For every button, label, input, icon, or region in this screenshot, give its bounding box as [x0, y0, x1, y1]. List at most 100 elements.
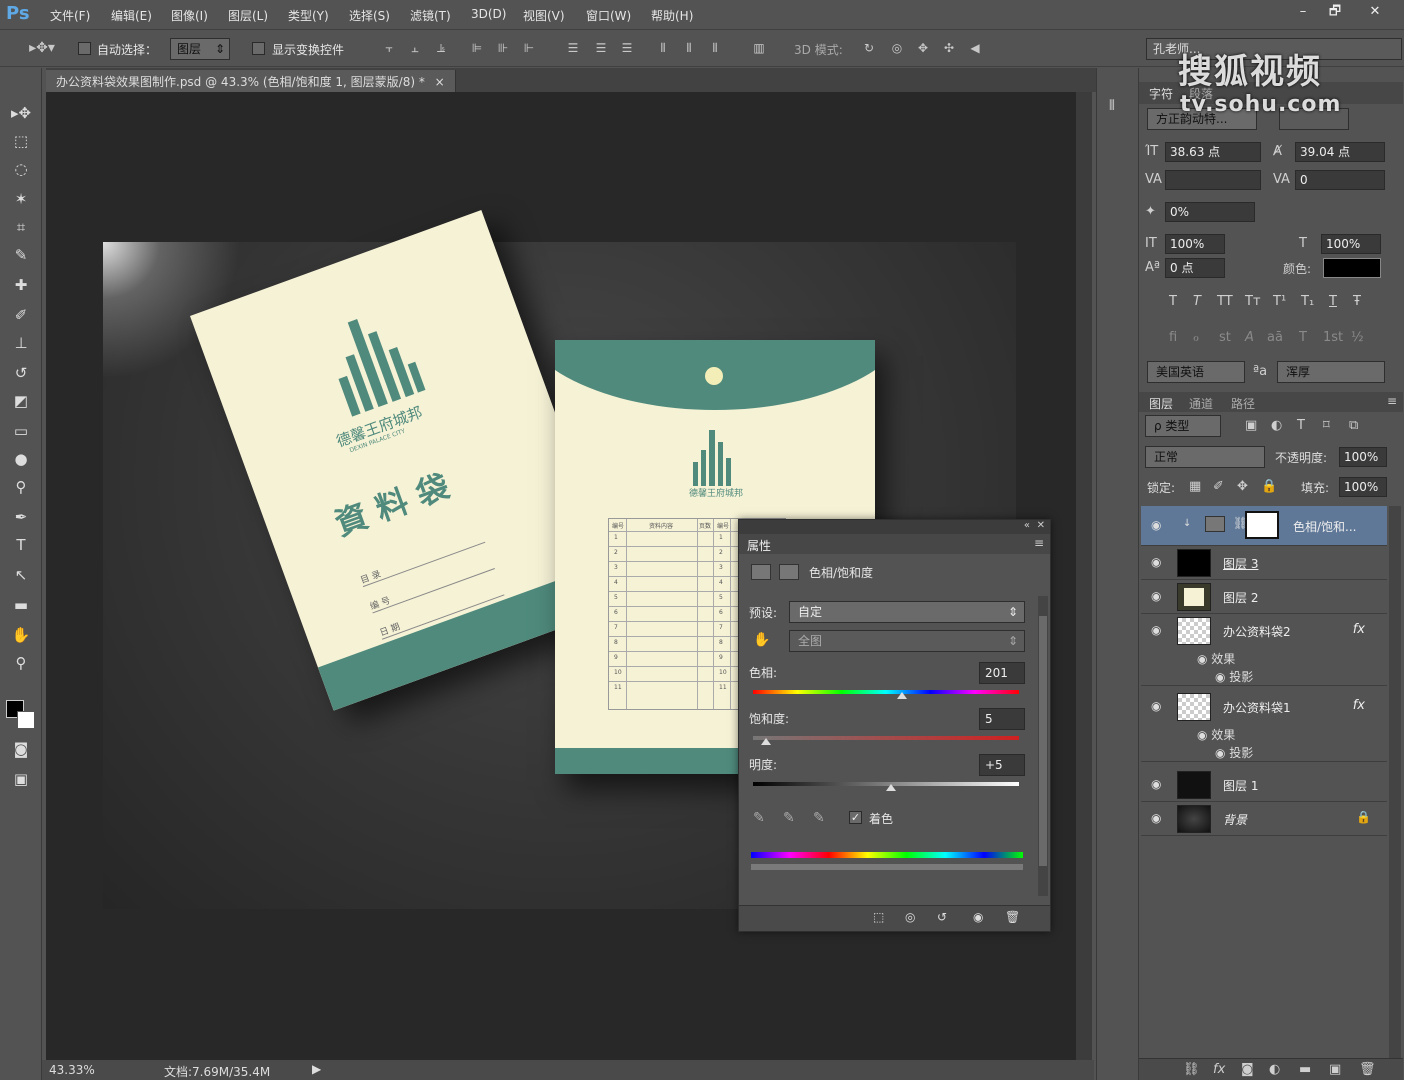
subscript-button[interactable]: T₁ — [1301, 294, 1314, 309]
3d-roll-icon[interactable]: ◎ — [890, 41, 904, 55]
eyedropper-plus-icon[interactable]: ✎ — [783, 810, 795, 826]
layer-row-hue-saturation[interactable]: ◉ ↓ ⛓ 色相/饱和... — [1141, 506, 1387, 546]
move-tool-preset-icon[interactable]: ▸✥▾ — [24, 41, 60, 55]
marquee-tool-icon[interactable]: ⬚ — [8, 130, 34, 152]
preset-dropdown[interactable]: 自定 ⇕ — [789, 601, 1025, 623]
stamp-tool-icon[interactable]: ⊥ — [8, 332, 34, 354]
tsume-input[interactable]: 0% — [1165, 202, 1255, 222]
saturation-input[interactable]: 5 — [979, 708, 1025, 730]
opacity-input[interactable]: 100% — [1339, 447, 1387, 467]
history-panel-icon[interactable]: ⫴ — [1109, 98, 1115, 114]
lightness-slider[interactable] — [753, 782, 1019, 791]
effects-row[interactable]: ◉ 效果 — [1197, 650, 1235, 667]
menu-filter[interactable]: 滤镜(T) — [410, 7, 451, 24]
lightness-input[interactable]: +5 — [979, 754, 1025, 776]
eye-icon[interactable]: ◉ — [1151, 589, 1161, 603]
menu-view[interactable]: 视图(V) — [523, 7, 565, 24]
layer-mask-thumbnail[interactable] — [1245, 511, 1279, 539]
distribute-bottom-icon[interactable]: ☰ — [620, 41, 634, 55]
drop-shadow-row[interactable]: ◉ 投影 — [1215, 668, 1253, 685]
layer-filter-dropdown[interactable]: ρ 类型 — [1145, 415, 1221, 437]
tab-channels[interactable]: 通道 — [1189, 395, 1213, 412]
properties-tab[interactable]: 属性 — [747, 537, 771, 554]
lock-position-icon[interactable]: ✥ — [1237, 479, 1248, 494]
3d-scale-icon[interactable]: ◀ — [968, 41, 982, 55]
background-color-swatch[interactable] — [17, 711, 35, 729]
menu-3d[interactable]: 3D(D) — [471, 7, 506, 21]
layer-row[interactable]: ◉ 图层 3 — [1141, 546, 1387, 580]
stylistic-alternates-button[interactable]: aā — [1267, 330, 1283, 345]
old-style-button[interactable]: ℴ — [1193, 330, 1199, 345]
menu-select[interactable]: 选择(S) — [349, 7, 390, 24]
quick-select-tool-icon[interactable]: ✶ — [8, 188, 34, 210]
add-style-icon[interactable]: fx — [1213, 1062, 1225, 1077]
visibility-icon[interactable]: ◉ — [973, 910, 983, 924]
align-vcenter-icon[interactable]: ⫠ — [408, 41, 422, 55]
menu-help[interactable]: 帮助(H) — [651, 7, 693, 24]
saturation-slider-knob[interactable] — [761, 738, 772, 745]
add-mask-icon[interactable]: ◙ — [1241, 1062, 1254, 1077]
channel-dropdown[interactable]: 全图 ⇕ — [789, 630, 1025, 652]
close-window-button[interactable]: ✕ — [1360, 2, 1390, 22]
language-dropdown[interactable]: 美国英语 — [1147, 361, 1245, 383]
filter-adjustment-icon[interactable]: ◐ — [1271, 418, 1282, 433]
eye-icon[interactable]: ◉ — [1151, 699, 1161, 713]
close-tab-icon[interactable]: × — [435, 75, 445, 89]
align-top-icon[interactable]: ⫟ — [382, 41, 396, 55]
minimize-button[interactable]: – — [1288, 2, 1318, 22]
filter-type-icon[interactable]: T — [1297, 418, 1305, 433]
hue-input[interactable]: 201 — [979, 662, 1025, 684]
blend-mode-dropdown[interactable]: 正常 — [1145, 446, 1265, 468]
distribute-top-icon[interactable]: ☰ — [566, 41, 580, 55]
layer-row[interactable]: ◉ 图层 1 — [1141, 768, 1387, 802]
menu-window[interactable]: 窗口(W) — [586, 7, 631, 24]
properties-titlebar[interactable]: « ✕ — [739, 520, 1050, 534]
distribute-hcenter-icon[interactable]: ⦀ — [682, 41, 696, 55]
layers-menu-icon[interactable]: ≡ — [1387, 394, 1397, 408]
path-select-tool-icon[interactable]: ↖ — [8, 564, 34, 586]
lock-pixels-icon[interactable]: ✐ — [1213, 479, 1224, 494]
leading-input[interactable]: 39.04 点 — [1295, 142, 1385, 162]
horizontal-scale-input[interactable]: 100% — [1321, 234, 1381, 254]
eye-icon[interactable]: ◉ — [1151, 777, 1161, 791]
distribute-vcenter-icon[interactable]: ☰ — [594, 41, 608, 55]
colorize-checkbox[interactable]: ✓ — [849, 811, 862, 824]
menu-layer[interactable]: 图层(L) — [228, 7, 268, 24]
menu-edit[interactable]: 编辑(E) — [111, 7, 152, 24]
menu-image[interactable]: 图像(I) — [171, 7, 208, 24]
menu-type[interactable]: 类型(Y) — [288, 7, 329, 24]
layer-row[interactable]: ◉ 办公资料袋1 fx ◉ 效果 ◉ 投影 — [1141, 690, 1387, 762]
crop-tool-icon[interactable]: ⌗ — [8, 216, 34, 238]
pen-tool-icon[interactable]: ✒ — [8, 506, 34, 528]
quick-mask-icon[interactable]: ◙ — [8, 738, 34, 760]
layer-row-background[interactable]: ◉ 背景 🔒 — [1141, 802, 1387, 836]
underline-button[interactable]: T — [1329, 294, 1337, 309]
baseline-input[interactable]: 0 点 — [1165, 258, 1225, 278]
fx-icon[interactable]: fx — [1353, 698, 1365, 713]
blur-tool-icon[interactable]: ● — [8, 448, 34, 470]
eye-icon[interactable]: ◉ — [1151, 518, 1161, 532]
delete-layer-icon[interactable]: 🗑 — [1359, 1062, 1376, 1077]
status-arrow-icon[interactable]: ▶ — [312, 1062, 321, 1076]
tracking-input[interactable]: 0 — [1295, 170, 1385, 190]
canvas-scrollbar[interactable] — [1076, 92, 1092, 1060]
new-adjustment-icon[interactable]: ◐ — [1269, 1062, 1280, 1077]
layer-row[interactable]: ◉ 图层 2 — [1141, 580, 1387, 614]
antialias-dropdown[interactable]: 浑厚 — [1277, 361, 1385, 383]
lightness-slider-knob[interactable] — [886, 784, 897, 791]
document-tab[interactable]: 办公资料袋效果图制作.psd @ 43.3% (色相/饱和度 1, 图层蒙版/8… — [46, 70, 456, 92]
properties-scrollbar[interactable] — [1038, 596, 1048, 896]
3d-pan-icon[interactable]: ✥ — [916, 41, 930, 55]
eyedropper-icon[interactable]: ✎ — [753, 810, 765, 826]
tab-paths[interactable]: 路径 — [1231, 395, 1255, 412]
faux-italic-button[interactable]: T — [1193, 294, 1201, 309]
healing-tool-icon[interactable]: ✚ — [8, 274, 34, 296]
3d-rotate-icon[interactable]: ↻ — [862, 41, 876, 55]
auto-select-dropdown[interactable]: 图层 ⇕ — [170, 38, 230, 60]
zoom-tool-icon[interactable]: ⚲ — [8, 652, 34, 674]
ordinals-button[interactable]: 1st — [1323, 330, 1343, 345]
show-transform-checkbox[interactable] — [252, 42, 265, 55]
reset-icon[interactable]: ↺ — [937, 910, 947, 924]
align-bottom-icon[interactable]: ⫡ — [434, 41, 448, 55]
new-layer-icon[interactable]: ▣ — [1329, 1062, 1341, 1077]
